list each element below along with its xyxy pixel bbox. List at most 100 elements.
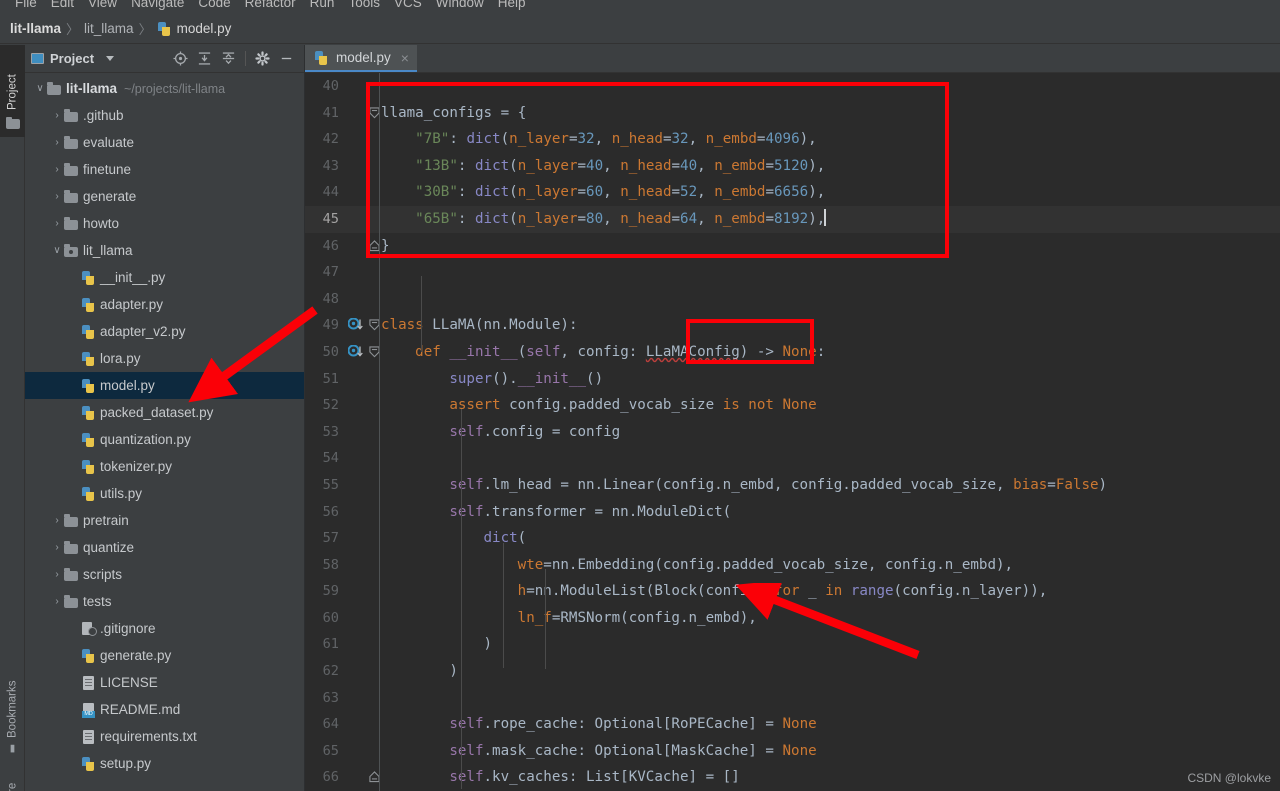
code-line[interactable]: 59 h=nn.ModuleList(Block(config) for _ i…	[305, 578, 1280, 605]
code-line[interactable]: 43 "13B": dict(n_layer=40, n_head=40, n_…	[305, 152, 1280, 180]
menu-item-run[interactable]: Run	[303, 0, 342, 14]
menu-item-help[interactable]: Help	[491, 0, 533, 14]
tree-item[interactable]: › tests	[25, 588, 304, 615]
tree-item[interactable]: adapter_v2.py	[25, 318, 304, 345]
code-line[interactable]: 56 self.transformer = nn.ModuleDict(	[305, 498, 1280, 526]
tree-item[interactable]: README.md	[25, 696, 304, 723]
line-number: 44	[322, 184, 339, 201]
tree-item[interactable]: LICENSE	[25, 669, 304, 696]
code-line[interactable]: 53 self.config = config	[305, 418, 1280, 446]
chevron-icon[interactable]: ›	[50, 515, 64, 526]
code-line[interactable]: 62 )	[305, 658, 1280, 685]
pycharm-window: File Edit View Navigate Code Refactor Ru…	[0, 0, 1280, 791]
code-line[interactable]: 63	[305, 684, 1280, 712]
menu-item-code[interactable]: Code	[191, 0, 237, 14]
code-line[interactable]: 42 "7B": dict(n_layer=32, n_head=32, n_e…	[305, 126, 1280, 153]
tree-item[interactable]: › evaluate	[25, 129, 304, 156]
tree-item[interactable]: quantization.py	[25, 426, 304, 453]
python-file-icon	[81, 648, 97, 664]
code-line[interactable]: 61 )	[305, 631, 1280, 659]
tree-item[interactable]: lora.py	[25, 345, 304, 372]
code-line[interactable]: 60 ln_f=RMSNorm(config.n_embd),	[305, 604, 1280, 632]
tree-item[interactable]: setup.py	[25, 750, 304, 777]
chevron-icon[interactable]: ›	[50, 137, 64, 148]
tree-item[interactable]: ∨ lit-llama ~/projects/lit-llama	[25, 75, 304, 102]
code-line[interactable]: 54	[305, 445, 1280, 472]
code-line[interactable]: 52 assert config.padded_vocab_size is no…	[305, 392, 1280, 419]
code-line[interactable]: 57 dict(	[305, 525, 1280, 552]
tree-item[interactable]: adapter.py	[25, 291, 304, 318]
code-line[interactable]: 65 self.mask_cache: Optional[MaskCache] …	[305, 737, 1280, 765]
chevron-icon[interactable]: ∨	[33, 83, 47, 94]
chevron-icon[interactable]: ∨	[50, 245, 64, 256]
chevron-icon[interactable]: ›	[50, 218, 64, 229]
settings-gear-icon[interactable]	[255, 51, 270, 66]
sidebar-tab-project[interactable]: Project	[0, 45, 25, 137]
code-line[interactable]: 58 wte=nn.Embedding(config.padded_vocab_…	[305, 551, 1280, 579]
code-line[interactable]: 51 super().__init__()	[305, 365, 1280, 393]
chevron-icon[interactable]: ›	[50, 191, 64, 202]
code-viewport[interactable]: 40 41 llama_configs = {42 "7B": dict(n_lay…	[305, 73, 1280, 791]
tree-item[interactable]: › pretrain	[25, 507, 304, 534]
code-line[interactable]: 49 class LLaMA(nn.Module):	[305, 312, 1280, 339]
code-line[interactable]: 40	[305, 73, 1280, 100]
code-line[interactable]: 47	[305, 259, 1280, 286]
chevron-icon[interactable]: ›	[50, 164, 64, 175]
implemented-member-icon[interactable]	[348, 318, 364, 333]
chevron-icon[interactable]: ›	[50, 110, 64, 121]
collapse-all-icon[interactable]	[221, 51, 236, 66]
menu-item-window[interactable]: Window	[429, 0, 491, 14]
menu-item-refactor[interactable]: Refactor	[238, 0, 303, 14]
menu-item-tools[interactable]: Tools	[341, 0, 387, 14]
code-line[interactable]: 46}	[305, 232, 1280, 260]
close-icon[interactable]: ×	[401, 50, 409, 66]
code-line[interactable]: 66 self.kv_caches: List[KVCache] = []	[305, 764, 1280, 791]
editor-tab-model-py[interactable]: model.py ×	[305, 45, 417, 72]
breadcrumb-project[interactable]: lit-llama	[10, 21, 61, 36]
project-panel-title-group[interactable]: Project	[31, 51, 115, 66]
menu-item-navigate[interactable]: Navigate	[124, 0, 191, 14]
tree-item[interactable]: › .github	[25, 102, 304, 129]
tree-item[interactable]: › generate	[25, 183, 304, 210]
menu-item-edit[interactable]: Edit	[44, 0, 81, 14]
tree-item[interactable]: model.py	[25, 372, 304, 399]
tree-item[interactable]: requirements.txt	[25, 723, 304, 750]
minimize-icon[interactable]	[279, 51, 294, 66]
code-line[interactable]: 44 "30B": dict(n_layer=60, n_head=52, n_…	[305, 179, 1280, 206]
chevron-icon[interactable]: ›	[50, 569, 64, 580]
tree-item-label: lit_llama	[83, 243, 133, 258]
tree-item[interactable]: › finetune	[25, 156, 304, 183]
tree-item[interactable]: ∨ lit_llama	[25, 237, 304, 264]
sidebar-tab-bookmarks[interactable]: ▮ Bookmarks	[0, 655, 25, 760]
chevron-down-icon[interactable]	[106, 56, 115, 61]
tree-item[interactable]: › scripts	[25, 561, 304, 588]
tree-item[interactable]: tokenizer.py	[25, 453, 304, 480]
code-line[interactable]: 48	[305, 285, 1280, 313]
chevron-icon[interactable]: ›	[50, 596, 64, 607]
tree-item[interactable]: .gitignore	[25, 615, 304, 642]
implemented-member-icon[interactable]	[348, 344, 364, 360]
tree-item[interactable]: utils.py	[25, 480, 304, 507]
menu-item-file[interactable]: File	[8, 0, 44, 14]
code-line[interactable]: 55 self.lm_head = nn.Linear(config.n_emb…	[305, 471, 1280, 499]
sidebar-tab-structure[interactable]: re	[0, 769, 25, 791]
tree-item[interactable]: generate.py	[25, 642, 304, 669]
code-line[interactable]: 50 def __init__(self, config: LLaMAConfi…	[305, 338, 1280, 366]
chevron-icon[interactable]: ›	[50, 542, 64, 553]
tree-item[interactable]: __init__.py	[25, 264, 304, 291]
breadcrumb-file[interactable]: model.py	[157, 21, 231, 37]
tree-item[interactable]: packed_dataset.py	[25, 399, 304, 426]
code-line[interactable]: 41 llama_configs = {	[305, 99, 1280, 127]
tree-item-label: packed_dataset.py	[100, 405, 214, 420]
tree-item[interactable]: › quantize	[25, 534, 304, 561]
expand-all-icon[interactable]	[197, 51, 212, 66]
breadcrumb-package[interactable]: lit_llama	[84, 21, 134, 36]
project-tree[interactable]: ∨ lit-llama ~/projects/lit-llama › .github › e…	[25, 73, 304, 791]
menu-item-vcs[interactable]: VCS	[387, 0, 429, 14]
menu-item-view[interactable]: View	[81, 0, 124, 14]
tree-item-label: finetune	[83, 162, 132, 177]
code-line[interactable]: 45 "65B": dict(n_layer=80, n_head=64, n_…	[305, 205, 1280, 233]
code-line[interactable]: 64 self.rope_cache: Optional[RoPECache] …	[305, 711, 1280, 738]
locate-icon[interactable]	[173, 51, 188, 66]
tree-item[interactable]: › howto	[25, 210, 304, 237]
